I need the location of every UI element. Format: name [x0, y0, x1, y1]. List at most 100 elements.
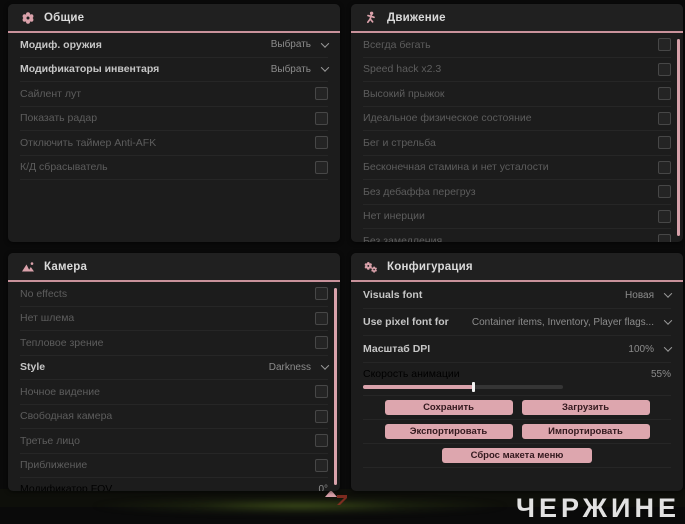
row-label: Модиф. оружия [20, 38, 102, 51]
row-label: Отключить таймер Anti-AFK [20, 136, 157, 149]
run-and-shoot-checkbox[interactable] [658, 136, 671, 150]
row-infinite-stamina: Бесконечная стамина и нет усталости [363, 156, 671, 180]
visuals-font-dropdown[interactable]: Новая [625, 289, 673, 301]
animation-speed-slider-fill [363, 385, 473, 389]
row-label: Бег и стрельба [363, 136, 436, 149]
fov-value: 0° [318, 483, 328, 492]
zoom-checkbox[interactable] [315, 458, 328, 472]
gears-icon [364, 260, 378, 274]
row-speed-hack: Speed hack x2.3 [363, 58, 671, 82]
row-label: Всегда бегать [363, 38, 431, 51]
animation-speed-slider[interactable] [363, 382, 563, 392]
row-always-run: Всегда бегать [363, 33, 671, 58]
panel-resize-grip-icon[interactable] [325, 490, 337, 497]
night-vision-checkbox[interactable] [315, 385, 328, 399]
panel-config-title: Конфигурация [387, 260, 473, 273]
movement-scrollbar[interactable] [677, 39, 680, 236]
row-animation-speed: Скорость анимации 55% [363, 363, 671, 396]
row-no-helmet: Нет шлема [20, 307, 328, 331]
panel-movement-header[interactable]: Движение [351, 4, 683, 33]
row-label: Идеальное физическое состояние [363, 112, 532, 125]
buttons-row-save-load: Сохранить Загрузить [363, 396, 671, 420]
speed-hack-checkbox[interactable] [658, 62, 671, 76]
save-button[interactable]: Сохранить [384, 400, 513, 415]
load-button[interactable]: Загрузить [521, 400, 650, 415]
runner-icon [364, 11, 378, 25]
chevron-down-icon [320, 63, 330, 73]
always-run-checkbox[interactable] [658, 38, 671, 52]
dropdown-value: 100% [628, 343, 654, 355]
row-style: Style Darkness [20, 356, 330, 380]
dropdown-value: Выбрать [270, 63, 311, 75]
export-button[interactable]: Экспортировать [384, 424, 513, 439]
buttons-row-reset: Сброс макета меню [363, 444, 671, 468]
thermal-vision-checkbox[interactable] [315, 336, 328, 350]
chevron-down-icon [663, 289, 673, 298]
row-run-and-shoot: Бег и стрельба [363, 131, 671, 156]
panel-camera-header[interactable]: Камера [8, 253, 340, 282]
no-inertia-checkbox[interactable] [658, 209, 671, 223]
infinite-stamina-checkbox[interactable] [658, 160, 671, 174]
row-third-person: Третье лицо [20, 429, 328, 454]
no-overload-debuff-checkbox[interactable] [658, 185, 671, 199]
panel-config: Конфигурация Visuals font Новая Use pixe… [351, 253, 683, 491]
animation-speed-slider-handle[interactable] [472, 382, 475, 392]
panel-general-title: Общие [44, 11, 85, 24]
perfect-condition-checkbox[interactable] [658, 111, 671, 125]
no-helmet-checkbox[interactable] [315, 311, 328, 325]
dropdown-value: Darkness [268, 361, 311, 373]
chevron-down-icon [663, 343, 673, 352]
inventory-mods-dropdown[interactable]: Выбрать [270, 63, 330, 75]
pixel-font-dropdown[interactable]: Container items, Inventory, Player flags… [471, 316, 673, 328]
row-label: Приближение [20, 459, 88, 472]
row-no-overload-debuff: Без дебаффа перегруз [363, 180, 671, 205]
free-camera-checkbox[interactable] [315, 409, 328, 423]
animation-speed-value: 55% [650, 368, 671, 380]
row-show-radar: Показать радар [20, 107, 328, 131]
row-dpi-scale: Масштаб DPI 100% [363, 336, 673, 363]
panel-general-header[interactable]: Общие [8, 4, 340, 33]
row-visuals-font: Visuals font Новая [363, 282, 673, 309]
gear-flower-icon [21, 11, 35, 25]
dropdown-value: Container items, Inventory, Player flags… [471, 316, 654, 328]
panel-camera: Камера No effects Нет шлема Тепловое зре… [8, 253, 340, 491]
panel-movement-title: Движение [387, 11, 446, 24]
weapon-mod-dropdown[interactable]: Выбрать [271, 39, 330, 50]
row-label: Use pixel font for [363, 316, 449, 328]
panel-config-header[interactable]: Конфигурация [351, 253, 683, 282]
no-effects-checkbox[interactable] [315, 287, 328, 301]
row-anti-afk: Отключить таймер Anti-AFK [20, 131, 328, 156]
row-label: Visuals font [363, 289, 423, 301]
row-kd-reset: К/Д сбрасыватель [20, 156, 328, 180]
row-inventory-mods: Модификаторы инвентаря Выбрать [20, 58, 330, 82]
dpi-scale-dropdown[interactable]: 100% [628, 343, 673, 355]
anti-afk-checkbox[interactable] [315, 136, 328, 150]
row-no-inertia: Нет инерции [363, 205, 671, 229]
row-thermal-vision: Тепловое зрение [20, 331, 328, 356]
row-zoom: Приближение [20, 454, 328, 478]
panel-camera-title: Камера [44, 260, 88, 273]
row-label: Style [20, 361, 46, 374]
kd-reset-checkbox[interactable] [315, 160, 328, 174]
background-grass-blur [90, 497, 510, 515]
panel-movement: Движение Всегда бегать Speed hack x2.3 В… [351, 4, 683, 242]
row-label: Показать радар [20, 112, 98, 125]
row-label: Высокий прыжок [363, 87, 445, 100]
style-dropdown[interactable]: Darkness [268, 361, 330, 373]
buttons-row-export-import: Экспортировать Импортировать [363, 420, 671, 444]
camera-scrollbar[interactable] [334, 288, 337, 485]
reset-menu-layout-button[interactable]: Сброс макета меню [442, 448, 592, 463]
high-jump-checkbox[interactable] [658, 87, 671, 101]
row-no-effects: No effects [20, 282, 328, 307]
row-label: Тепловое зрение [20, 336, 104, 349]
import-button[interactable]: Импортировать [521, 424, 650, 439]
background-big-text: ЧЕРЖИНЕ [516, 493, 680, 523]
show-radar-checkbox[interactable] [315, 111, 328, 125]
row-label: Speed hack x2.3 [363, 63, 442, 76]
silent-loot-checkbox[interactable] [315, 87, 328, 101]
row-free-camera: Свободная камера [20, 405, 328, 429]
no-slowdown-checkbox[interactable] [658, 234, 671, 242]
row-label: Масштаб DPI [363, 343, 431, 355]
third-person-checkbox[interactable] [315, 434, 328, 448]
row-label: Третье лицо [20, 434, 80, 447]
